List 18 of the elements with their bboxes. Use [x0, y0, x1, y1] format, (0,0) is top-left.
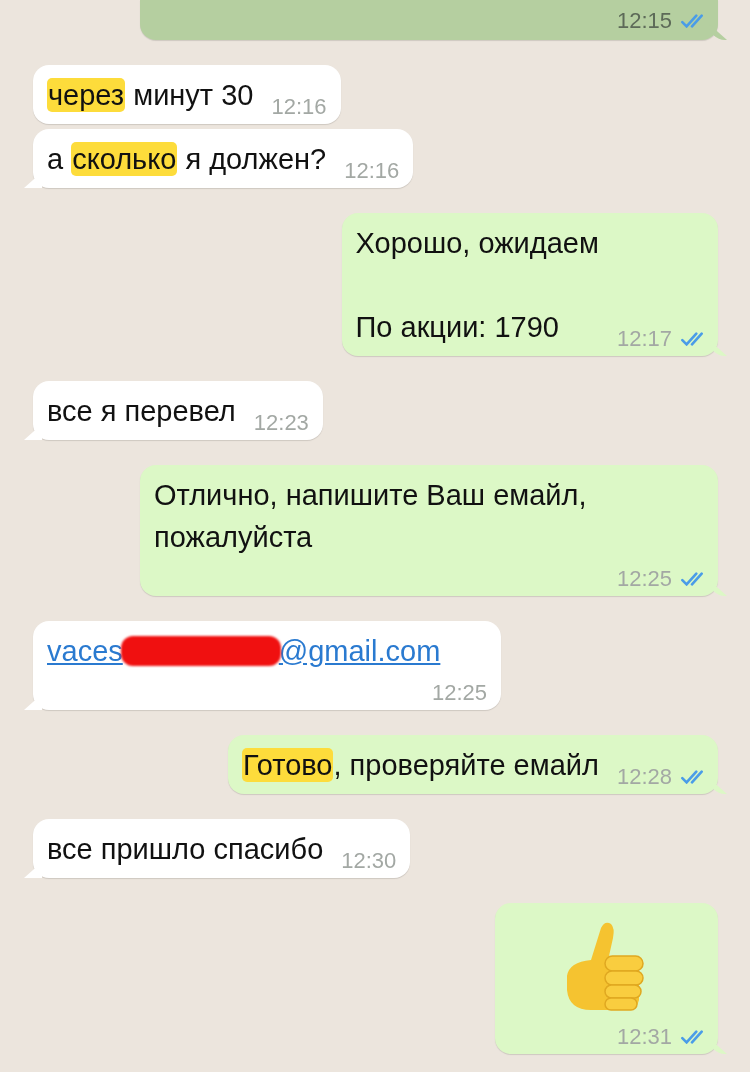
message-time: 12:28 [616, 763, 672, 791]
message-text: через минут 30 [47, 77, 254, 114]
message-time: 12:15 [616, 7, 672, 35]
message-time: 12:30 [341, 847, 397, 875]
message-time: 12:17 [616, 325, 672, 353]
message-text: все я перевел [47, 394, 236, 429]
email-link[interactable]: vaces @gmail.com [47, 630, 441, 672]
message-time: 12:31 [616, 1023, 672, 1051]
message-text: Хорошо, ожидаем По акции: 1790 [355, 226, 599, 345]
message-time: 12:16 [344, 157, 400, 185]
message-time: 12:25 [431, 679, 487, 707]
message-time: 12:16 [271, 93, 327, 121]
message-text: а сколько я должен? [47, 141, 327, 178]
message-time: 12:23 [253, 409, 309, 437]
message-text: Отлично, напишите Ваш емайл, пожалуйста [154, 478, 588, 555]
message-text: все пришло спасибо [47, 832, 324, 867]
message-text: Готово, проверяйте емайл [241, 747, 599, 784]
message-time: 12:25 [616, 565, 672, 593]
